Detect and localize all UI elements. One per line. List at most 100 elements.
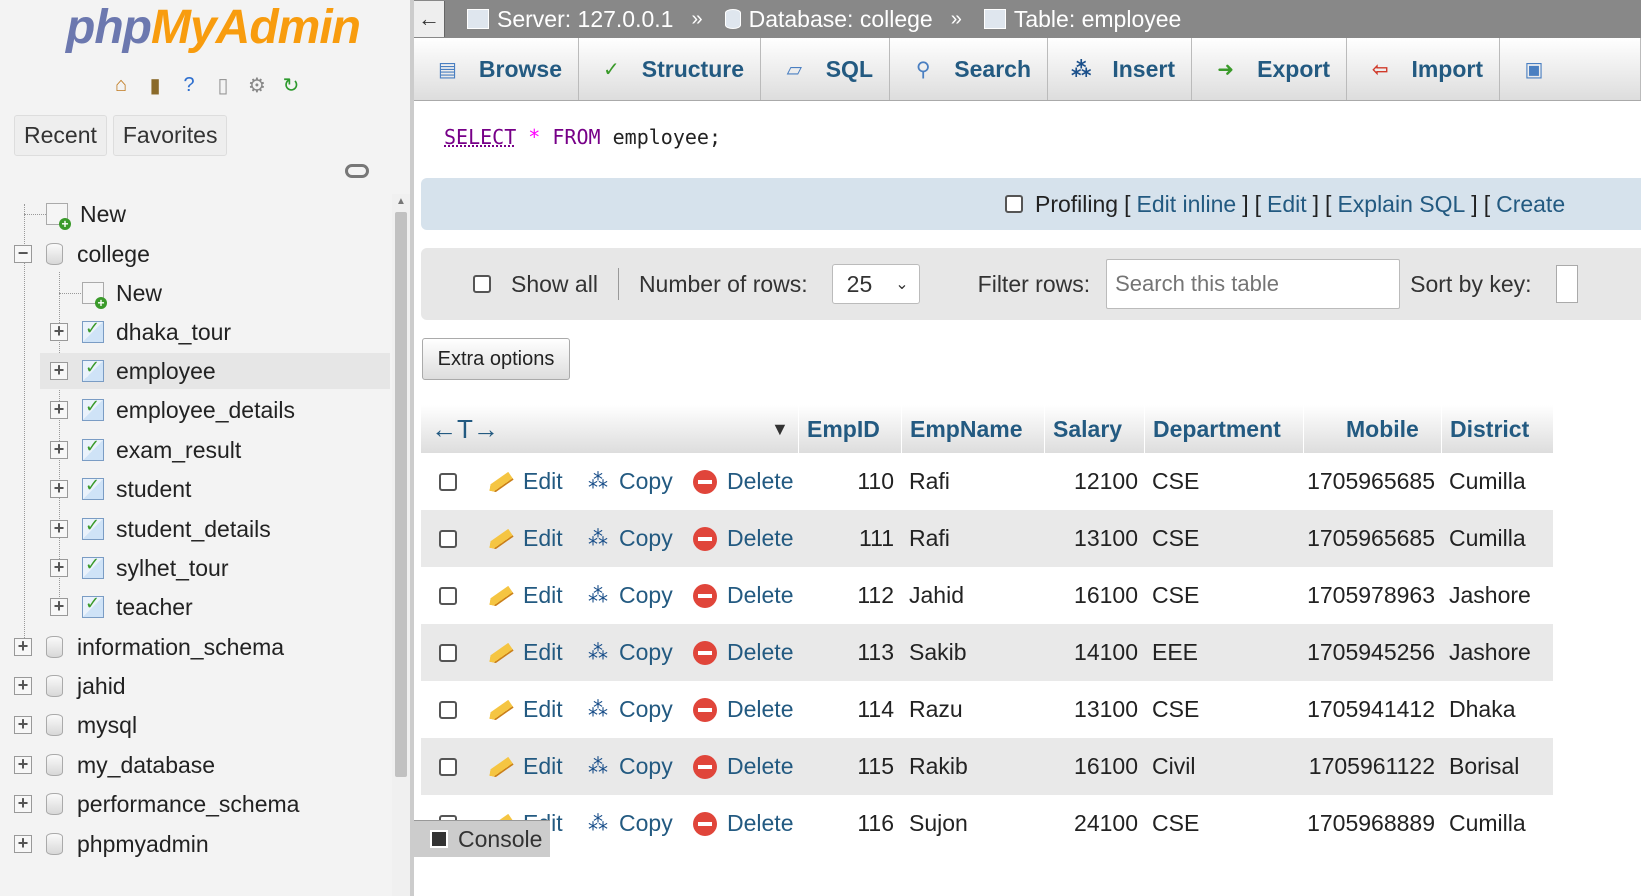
edit-row-link[interactable]: Edit	[491, 510, 563, 567]
cell-department[interactable]: EEE	[1152, 624, 1198, 681]
expand-icon[interactable]: +	[14, 794, 32, 813]
copy-row-link[interactable]: ⁂ Copy	[585, 738, 673, 795]
cell-district[interactable]: Dhaka	[1449, 681, 1515, 738]
breadcrumb-server[interactable]: Server: 127.0.0.1	[467, 6, 673, 33]
cell-district[interactable]: Borisal	[1449, 738, 1519, 795]
column-header-district[interactable]: District	[1441, 405, 1553, 453]
row-checkbox[interactable]	[439, 757, 457, 776]
rows-per-page-select[interactable]: 25 ⌄	[831, 264, 920, 304]
breadcrumb-table[interactable]: Table: employee	[983, 6, 1181, 33]
row-checkbox[interactable]	[439, 472, 457, 491]
tree-item-mysql[interactable]: mysql	[46, 707, 137, 743]
delete-row-link[interactable]: Delete	[693, 738, 793, 795]
filter-rows-input[interactable]	[1106, 259, 1401, 309]
row-checkbox[interactable]	[439, 586, 457, 605]
console-toggle[interactable]: Console	[414, 820, 550, 857]
tree-item-information-schema[interactable]: information_schema	[46, 629, 284, 665]
cell-salary[interactable]: 24100	[1044, 795, 1138, 852]
explain-sql-link[interactable]: Explain SQL	[1337, 191, 1465, 218]
delete-row-link[interactable]: Delete	[693, 510, 793, 567]
row-checkbox[interactable]	[439, 700, 457, 719]
row-checkbox[interactable]	[439, 643, 457, 662]
tab-more[interactable]: ▣	[1500, 38, 1641, 100]
panel-divider[interactable]	[410, 0, 414, 896]
delete-row-link[interactable]: Delete	[693, 795, 793, 852]
cell-empname[interactable]: Rafi	[909, 453, 950, 510]
cell-empname[interactable]: Rafi	[909, 510, 950, 567]
sidebar-scrollbar[interactable]: ▲	[392, 194, 410, 896]
copy-row-link[interactable]: ⁂ Copy	[585, 510, 673, 567]
tree-item-teacher[interactable]: teacher	[82, 589, 193, 625]
cell-district[interactable]: Cumilla	[1449, 453, 1526, 510]
delete-row-link[interactable]: Delete	[693, 624, 793, 681]
expand-icon[interactable]: +	[14, 715, 32, 734]
cell-district[interactable]: Jashore	[1449, 624, 1531, 681]
cell-district[interactable]: Cumilla	[1449, 510, 1526, 567]
scroll-up-arrow-icon[interactable]: ▲	[396, 196, 406, 207]
cell-salary[interactable]: 16100	[1044, 738, 1138, 795]
expand-icon[interactable]: +	[50, 322, 68, 341]
expand-icon[interactable]: +	[14, 676, 32, 695]
tab-recent[interactable]: Recent	[14, 115, 107, 156]
tree-item-student[interactable]: student	[82, 471, 191, 507]
cell-empid[interactable]: 112	[798, 567, 894, 624]
tree-item-dhaka-tour[interactable]: dhaka_tour	[82, 314, 231, 350]
column-header-salary[interactable]: Salary	[1044, 405, 1144, 453]
cell-empname[interactable]: Rakib	[909, 738, 968, 795]
cell-empid[interactable]: 114	[798, 681, 894, 738]
cell-department[interactable]: CSE	[1152, 567, 1199, 624]
edit-row-link[interactable]: Edit	[491, 567, 563, 624]
cell-salary[interactable]: 12100	[1044, 453, 1138, 510]
cell-empid[interactable]: 115	[798, 738, 894, 795]
edit-link[interactable]: Edit	[1267, 191, 1307, 218]
tab-export[interactable]: ➜ Export	[1192, 38, 1347, 100]
expand-icon[interactable]: +	[50, 519, 68, 538]
delete-row-link[interactable]: Delete	[693, 453, 793, 510]
cell-mobile[interactable]: 1705978963	[1303, 567, 1435, 624]
expand-icon[interactable]: +	[14, 755, 32, 774]
copy-row-link[interactable]: ⁂ Copy	[585, 453, 673, 510]
cell-department[interactable]: CSE	[1152, 795, 1199, 852]
cell-mobile[interactable]: 1705961122	[1303, 738, 1435, 795]
cell-mobile[interactable]: 1705968889	[1303, 795, 1435, 852]
tree-item-new-database[interactable]: New	[46, 196, 126, 232]
collapse-icon[interactable]: −	[14, 244, 32, 263]
tree-item-college[interactable]: college	[46, 236, 150, 272]
column-header-department[interactable]: Department	[1144, 405, 1303, 453]
tree-item-performance-schema[interactable]: performance_schema	[46, 786, 299, 822]
reload-icon[interactable]: ↻	[278, 72, 304, 98]
home-icon[interactable]: ⌂	[108, 72, 134, 98]
cell-mobile[interactable]: 1705965685	[1303, 453, 1435, 510]
cell-empname[interactable]: Razu	[909, 681, 963, 738]
copy-row-link[interactable]: ⁂ Copy	[585, 681, 673, 738]
column-header-empid[interactable]: EmpID	[798, 405, 901, 453]
copy-row-link[interactable]: ⁂ Copy	[585, 567, 673, 624]
copy-row-link[interactable]: ⁂ Copy	[585, 624, 673, 681]
tree-item-exam-result[interactable]: exam_result	[82, 432, 241, 468]
cell-department[interactable]: CSE	[1152, 453, 1199, 510]
tab-favorites[interactable]: Favorites	[112, 115, 228, 156]
sort-dropdown-icon[interactable]: ▼	[771, 405, 789, 453]
expand-icon[interactable]: +	[14, 834, 32, 853]
tab-browse[interactable]: ▤ Browse	[414, 38, 579, 100]
tree-item-phpmyadmin[interactable]: phpmyadmin	[46, 826, 209, 862]
tree-item-new-table[interactable]: New	[82, 275, 162, 311]
cell-empid[interactable]: 113	[798, 624, 894, 681]
create-php-code-link[interactable]: Create	[1496, 191, 1565, 218]
expand-icon[interactable]: +	[50, 597, 68, 616]
expand-icon[interactable]: +	[50, 479, 68, 498]
expand-icon[interactable]: +	[50, 440, 68, 459]
edit-row-link[interactable]: Edit	[491, 681, 563, 738]
sql-keyword-select[interactable]: SELECT	[444, 125, 516, 149]
cell-empname[interactable]: Jahid	[909, 567, 964, 624]
edit-inline-link[interactable]: Edit inline	[1137, 191, 1237, 218]
cell-mobile[interactable]: 1705945256	[1303, 624, 1435, 681]
tree-item-student-details[interactable]: student_details	[82, 511, 271, 547]
expand-icon[interactable]: +	[50, 400, 68, 419]
sort-by-key-select[interactable]	[1555, 265, 1578, 303]
link-with-main-panel-icon[interactable]	[345, 164, 369, 178]
cell-salary[interactable]: 14100	[1044, 624, 1138, 681]
tree-item-sylhet-tour[interactable]: sylhet_tour	[82, 550, 229, 586]
tree-item-jahid[interactable]: jahid	[46, 668, 126, 704]
cell-empname[interactable]: Sakib	[909, 624, 967, 681]
